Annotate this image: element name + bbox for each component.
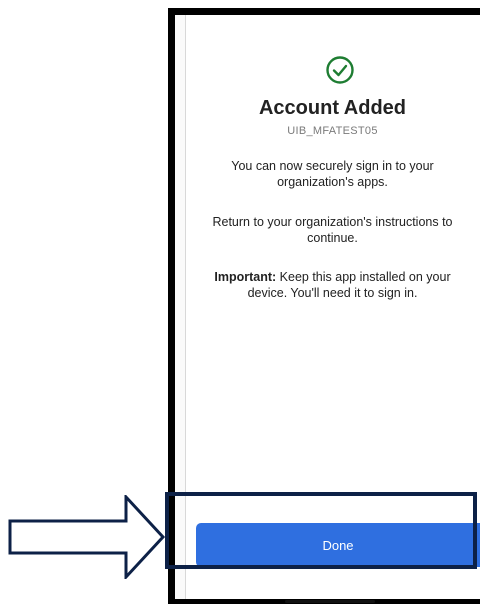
signin-message: You can now securely sign in to your org… [231,159,434,189]
important-text: Keep this app installed on your device. … [247,270,451,300]
screenshot-stage: Account Added UIB_MFATEST05 You can now … [0,0,480,607]
important-message: Important: Keep this app installed on yo… [185,269,480,301]
phone-screen: Account Added UIB_MFATEST05 You can now … [168,8,480,604]
check-circle-icon [326,56,354,84]
account-name: UIB_MFATEST05 [287,125,378,137]
page-title: Account Added [258,97,407,119]
confirmation-view: Account Added UIB_MFATEST05 You can now … [185,15,480,599]
return-message: Return to your organization's instructio… [212,215,453,245]
done-button[interactable]: Done [196,523,480,567]
right-arrow-icon [8,495,166,579]
important-label: Important: [214,270,277,284]
home-indicator [285,600,375,603]
